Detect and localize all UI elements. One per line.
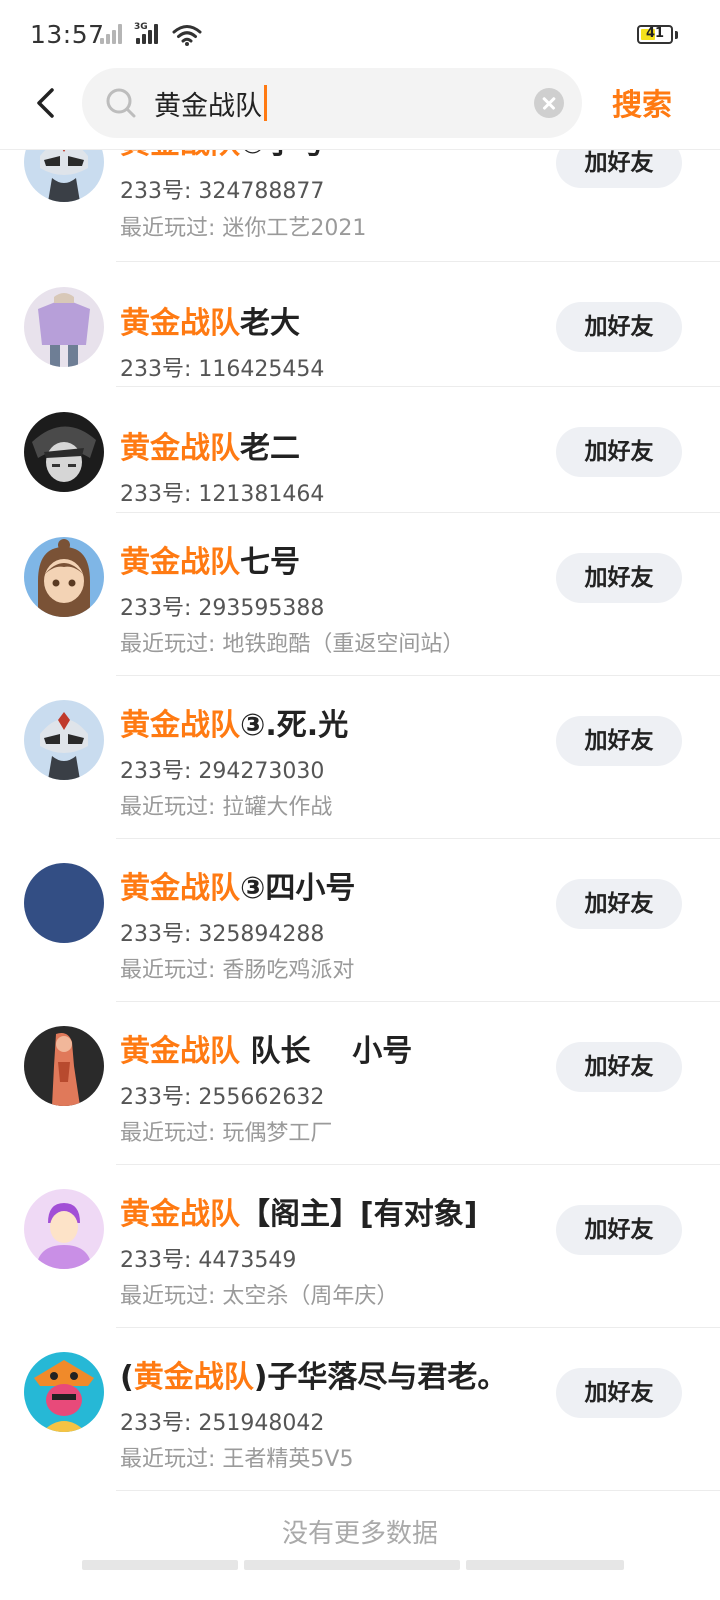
user-id: 233号: 121381464 xyxy=(120,482,325,507)
battery-icon: 41 xyxy=(637,25,673,44)
search-box[interactable]: 黄金战队 xyxy=(82,68,582,138)
avatar xyxy=(24,1352,104,1432)
search-input-text: 黄金战队 xyxy=(154,90,262,122)
chevron-left-icon[interactable] xyxy=(24,80,70,126)
recently-played: 最近玩过: 太空杀（周年庆） xyxy=(120,1284,399,1309)
user-name[interactable]: 黄金战队老二 xyxy=(120,423,300,467)
bottom-placeholder-bars xyxy=(82,1560,624,1570)
battery-tip xyxy=(675,31,678,39)
signal-2-icon xyxy=(136,24,164,44)
user-name[interactable]: 黄金战队③子号 xyxy=(120,150,325,162)
list-item[interactable]: 黄金战队老二 233号: 121381464 加好友 xyxy=(0,387,720,513)
avatar xyxy=(24,1026,104,1106)
list-item[interactable]: (黄金战队)子华落尽与君老。 233号: 251948042 最近玩过: 王者精… xyxy=(0,1328,720,1491)
text-caret xyxy=(264,85,267,121)
user-name[interactable]: 黄金战队七号 xyxy=(120,537,300,581)
wifi-icon xyxy=(172,25,202,46)
user-id: 233号: 324788877 xyxy=(120,179,325,204)
search-input[interactable]: 黄金战队 xyxy=(154,84,267,122)
clear-icon[interactable] xyxy=(534,88,564,118)
list-item[interactable]: 黄金战队③四小号 233号: 325894288 最近玩过: 香肠吃鸡派对 加好… xyxy=(0,839,720,1002)
user-id: 233号: 255662632 xyxy=(120,1085,325,1110)
list-item[interactable]: 黄金战队【阁主】[有对象] 233号: 4473549 最近玩过: 太空杀（周年… xyxy=(0,1165,720,1328)
recently-played: 最近玩过: 玩偶梦工厂 xyxy=(120,1121,333,1146)
signal-1-icon xyxy=(100,24,128,44)
add-friend-button[interactable]: 加好友 xyxy=(556,716,682,766)
search-header: 黄金战队 搜索 xyxy=(0,66,720,150)
recently-played: 最近玩过: 拉罐大作战 xyxy=(120,795,333,820)
add-friend-button[interactable]: 加好友 xyxy=(556,1205,682,1255)
list-item[interactable]: 黄金战队③子号 233号: 324788877 最近玩过: 迷你工艺2021 加… xyxy=(0,150,720,262)
avatar xyxy=(24,700,104,780)
list-item[interactable]: 黄金战队③.死.光 233号: 294273030 最近玩过: 拉罐大作战 加好… xyxy=(0,676,720,839)
list-item[interactable]: 黄金战队七号 233号: 293595388 最近玩过: 地铁跑酷（重返空间站）… xyxy=(0,513,720,676)
add-friend-button[interactable]: 加好友 xyxy=(556,150,682,188)
recently-played: 最近玩过: 王者精英5V5 xyxy=(120,1447,354,1472)
user-name[interactable]: 黄金战队 队长 小号 xyxy=(120,1026,412,1070)
user-id: 233号: 251948042 xyxy=(120,1411,325,1436)
add-friend-button[interactable]: 加好友 xyxy=(556,879,682,929)
search-button[interactable]: 搜索 xyxy=(612,80,672,124)
user-name[interactable]: 黄金战队③四小号 xyxy=(120,863,355,907)
list-item[interactable]: 黄金战队 队长 小号 233号: 255662632 最近玩过: 玩偶梦工厂 加… xyxy=(0,1002,720,1165)
add-friend-button[interactable]: 加好友 xyxy=(556,1042,682,1092)
status-bar: 13:57 3G 41 xyxy=(0,0,720,66)
status-time: 13:57 xyxy=(30,20,105,49)
recently-played: 最近玩过: 迷你工艺2021 xyxy=(120,216,367,241)
avatar xyxy=(24,863,104,943)
user-id: 233号: 4473549 xyxy=(120,1248,297,1273)
search-results-list[interactable]: 黄金战队③子号 233号: 324788877 最近玩过: 迷你工艺2021 加… xyxy=(0,150,720,1600)
add-friend-button[interactable]: 加好友 xyxy=(556,553,682,603)
avatar xyxy=(24,537,104,617)
user-name[interactable]: 黄金战队老大 xyxy=(120,298,300,342)
add-friend-button[interactable]: 加好友 xyxy=(556,427,682,477)
user-name[interactable]: 黄金战队③.死.光 xyxy=(120,700,348,744)
no-more-data-text: 没有更多数据 xyxy=(281,1519,438,1549)
search-icon xyxy=(106,88,136,118)
recently-played: 最近玩过: 香肠吃鸡派对 xyxy=(120,958,355,983)
add-friend-button[interactable]: 加好友 xyxy=(556,302,682,352)
user-name[interactable]: (黄金战队)子华落尽与君老。 xyxy=(120,1352,507,1396)
user-id: 233号: 325894288 xyxy=(120,922,325,947)
recently-played: 最近玩过: 地铁跑酷（重返空间站） xyxy=(120,632,465,657)
user-id: 233号: 116425454 xyxy=(120,357,325,382)
user-id: 233号: 294273030 xyxy=(120,759,325,784)
add-friend-button[interactable]: 加好友 xyxy=(556,1368,682,1418)
battery-level: 41 xyxy=(645,26,665,41)
avatar xyxy=(24,150,104,202)
avatar xyxy=(24,412,104,492)
avatar xyxy=(24,287,104,367)
user-id: 233号: 293595388 xyxy=(120,596,325,621)
list-item[interactable]: 黄金战队老大 233号: 116425454 加好友 xyxy=(0,262,720,387)
user-name[interactable]: 黄金战队【阁主】[有对象] xyxy=(120,1189,477,1233)
avatar xyxy=(24,1189,104,1269)
